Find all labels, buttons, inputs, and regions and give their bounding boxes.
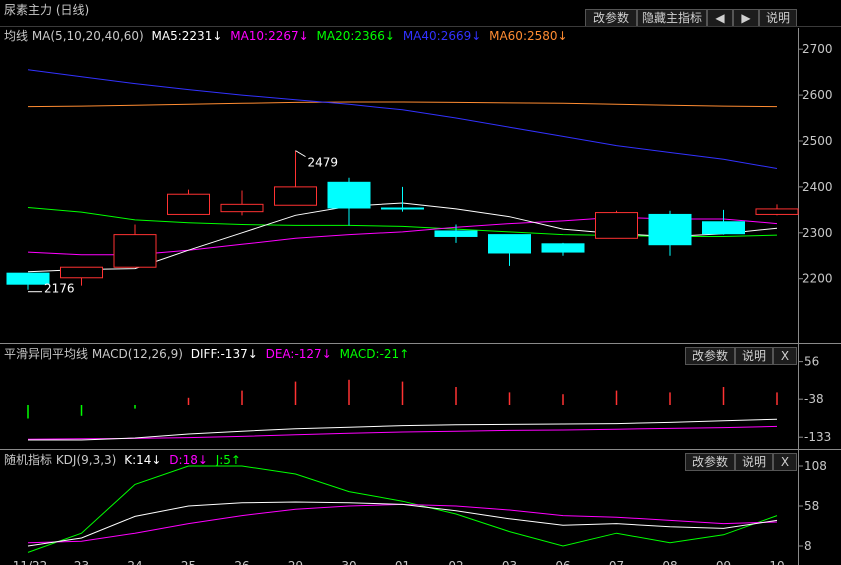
macd-label: 平滑异同平均线 MACD(12,26,9) (4, 347, 183, 361)
ma-legend: 均线 MA(5,10,20,40,60) MA5:2231↓ MA10:2267… (4, 27, 568, 45)
kdj-close-button[interactable]: X (773, 453, 797, 471)
left-arrow-button[interactable]: ◀ (707, 9, 733, 27)
ma40-legend: MA40:2669↓ (402, 29, 482, 43)
ma20-legend: MA20:2366↓ (316, 29, 395, 43)
kdj-params-button[interactable]: 改参数 (685, 453, 735, 471)
macd-value-legend: MACD:-21↑ (339, 347, 410, 361)
kdj-label: 随机指标 KDJ(9,3,3) (4, 453, 117, 467)
j-legend: J:5↑ (215, 453, 241, 467)
right-arrow-button[interactable]: ▶ (733, 9, 759, 27)
hide-main-indicator-button[interactable]: 隐藏主指标 (637, 9, 707, 27)
main-title: 尿素主力 (日线) (4, 1, 89, 19)
dea-legend: DEA:-127↓ (265, 347, 332, 361)
title: 尿素主力 (日线) (4, 3, 90, 17)
ma60-legend: MA60:2580↓ (489, 29, 568, 43)
macd-panel: 平滑异同平均线 MACD(12,26,9) DIFF:-137↓ DEA:-12… (0, 345, 841, 449)
kdj-legend: 随机指标 KDJ(9,3,3) K:14↓ D:18↓ J:5↑ (4, 451, 241, 469)
ma5-legend: MA5:2231↓ (151, 29, 223, 43)
kdj-panel: 随机指标 KDJ(9,3,3) K:14↓ D:18↓ J:5↑ 改参数 说明 … (0, 451, 841, 565)
d-legend: D:18↓ (169, 453, 208, 467)
diff-legend: DIFF:-137↓ (190, 347, 258, 361)
params-button[interactable]: 改参数 (585, 9, 637, 27)
macd-help-button[interactable]: 说明 (735, 347, 773, 365)
ma10-legend: MA10:2267↓ (230, 29, 309, 43)
macd-legend: 平滑异同平均线 MACD(12,26,9) DIFF:-137↓ DEA:-12… (4, 345, 409, 363)
ma-label: 均线 MA(5,10,20,40,60) (4, 29, 144, 43)
main-chart-panel: 尿素主力 (日线) 改参数 隐藏主指标 ◀ ▶ 说明 均线 MA(5,10,20… (0, 0, 841, 343)
k-legend: K:14↓ (124, 453, 162, 467)
kdj-help-button[interactable]: 说明 (735, 453, 773, 471)
help-button[interactable]: 说明 (759, 9, 797, 27)
macd-params-button[interactable]: 改参数 (685, 347, 735, 365)
macd-close-button[interactable]: X (773, 347, 797, 365)
